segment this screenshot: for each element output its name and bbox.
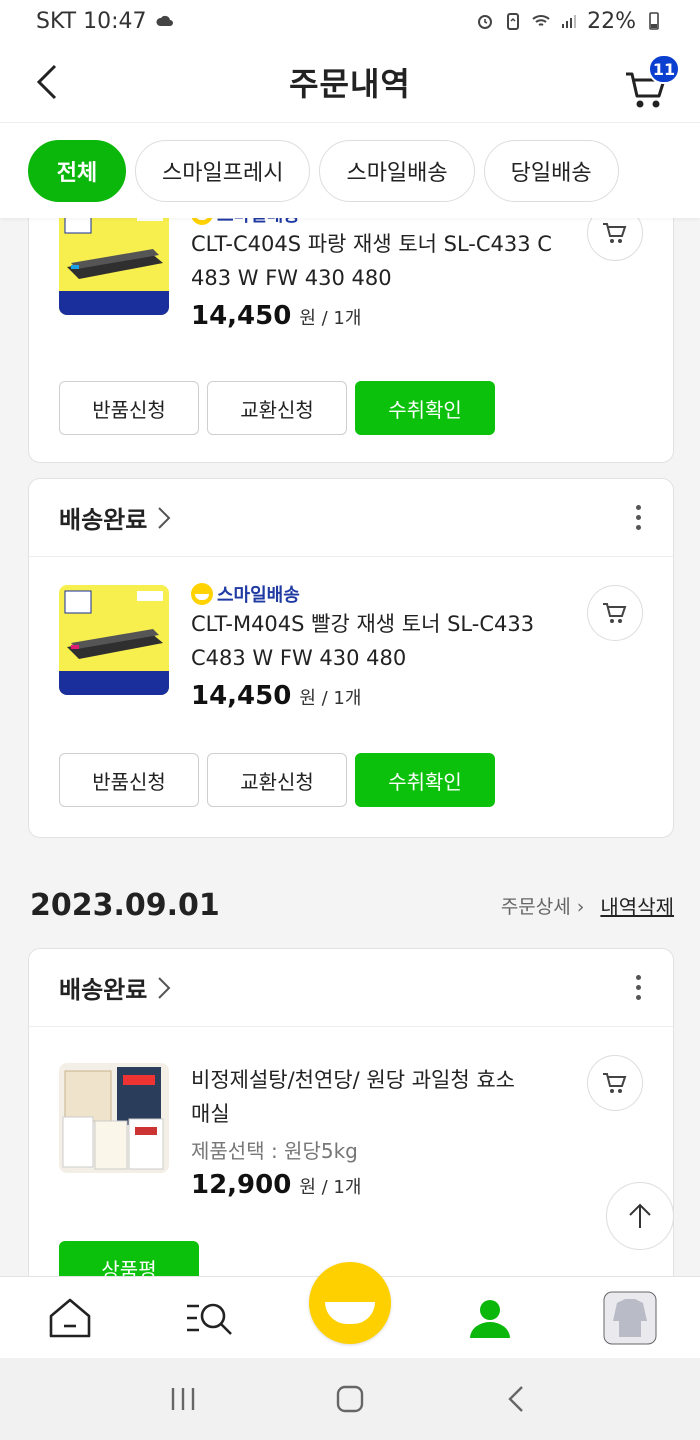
order-filter-tabs: 전체 스마일프레시 스마일배송 당일배송 bbox=[0, 122, 700, 218]
return-request-button[interactable]: 반품신청 bbox=[59, 753, 199, 807]
home-button-icon[interactable] bbox=[335, 1384, 365, 1414]
battery-icon bbox=[649, 12, 659, 30]
price-unit: 원 / 1개 bbox=[299, 1177, 362, 1198]
menu-search-icon bbox=[187, 1303, 232, 1335]
wifi-icon bbox=[532, 15, 550, 26]
return-request-button[interactable]: 반품신청 bbox=[59, 381, 199, 435]
cart-icon bbox=[603, 223, 627, 243]
write-review-button[interactable]: 상품평 bbox=[59, 1241, 199, 1276]
chevron-left-icon bbox=[36, 64, 57, 100]
cart-count-badge: 11 bbox=[648, 54, 680, 84]
product-name-line: CLT-M404S 빨강 재생 토너 SL-C433 bbox=[191, 612, 535, 636]
confirm-receipt-button[interactable]: 수취확인 bbox=[355, 753, 495, 807]
order-date: 2023.09.01 bbox=[30, 888, 220, 923]
card-header: 배송완료 bbox=[29, 479, 673, 557]
product-name-line: C483 W FW 430 480 bbox=[191, 646, 407, 670]
more-options-icon[interactable] bbox=[633, 975, 643, 1000]
brand-label: 스마일배송 bbox=[217, 585, 300, 606]
system-navigation-bar bbox=[0, 1358, 700, 1440]
home-icon bbox=[49, 1298, 91, 1338]
battery-saver-icon bbox=[507, 13, 520, 30]
brand-label: 스마일배송 bbox=[217, 218, 300, 227]
product-name-line: 비정제설탕/천연당/ 원당 과일청 효소 bbox=[191, 1068, 515, 1092]
price-unit: 원 / 1개 bbox=[299, 688, 362, 709]
smile-logo-icon bbox=[191, 218, 213, 225]
person-icon bbox=[470, 1300, 510, 1338]
smile-delivery-brand: 스마일배송 bbox=[191, 581, 581, 607]
nav-recent-item[interactable] bbox=[590, 1277, 670, 1359]
confirm-receipt-button[interactable]: 수취확인 bbox=[355, 381, 495, 435]
exchange-request-button[interactable]: 교환신청 bbox=[207, 753, 347, 807]
back-icon[interactable] bbox=[502, 1384, 532, 1414]
toner-image bbox=[59, 218, 169, 315]
order-date-row: 2023.09.01 주문상세 › 내역삭제 bbox=[30, 888, 674, 923]
battery-percent: 22% bbox=[587, 8, 636, 34]
order-detail-link[interactable]: 주문상세 › bbox=[501, 892, 585, 919]
product-image[interactable] bbox=[59, 218, 169, 315]
nav-my-page[interactable] bbox=[450, 1277, 530, 1359]
price-row: 14,450 원 / 1개 bbox=[191, 681, 581, 711]
nav-category-search[interactable] bbox=[170, 1277, 250, 1359]
price-unit: 원 / 1개 bbox=[299, 308, 362, 329]
price: 14,450 bbox=[191, 681, 292, 711]
signal-icon bbox=[562, 15, 577, 28]
smile-delivery-brand: 스마일배송 bbox=[191, 218, 581, 227]
order-card: 배송완료 스마일배송 CLT-M404S 빨강 재생 토너 SL-C433 C4… bbox=[28, 478, 674, 838]
order-list: 스마일배송 CLT-C404S 파랑 재생 토너 SL-C433 C 483 W… bbox=[0, 218, 700, 1276]
product-name[interactable]: 비정제설탕/천연당/ 원당 과일청 효소 매실 bbox=[191, 1063, 581, 1131]
order-card: 배송완료 비정제설탕/천연당/ 원당 과일청 효소 매실 제품선택: 원당5k… bbox=[28, 948, 674, 1276]
card-header: 배송완료 bbox=[29, 949, 673, 1027]
filter-same-day[interactable]: 당일배송 bbox=[483, 139, 619, 202]
filter-all[interactable]: 전체 bbox=[28, 139, 126, 202]
cart-icon bbox=[603, 603, 627, 623]
product-option: 제품선택 : 원당5kg bbox=[191, 1139, 358, 1163]
product-image[interactable] bbox=[59, 1063, 169, 1173]
cart-button[interactable]: 11 bbox=[622, 54, 680, 108]
filter-smile-fresh[interactable]: 스마일프레시 bbox=[135, 139, 311, 202]
toner-image bbox=[59, 585, 169, 695]
arrow-up-icon bbox=[629, 1203, 651, 1228]
nav-home[interactable] bbox=[30, 1277, 110, 1359]
app-header: 주문내역 11 bbox=[0, 42, 700, 122]
delivery-status[interactable]: 배송완료 bbox=[59, 970, 147, 1005]
smile-home-button[interactable] bbox=[309, 1262, 391, 1344]
filter-smile-delivery[interactable]: 스마일배송 bbox=[319, 139, 475, 202]
price-row: 14,450 원 / 1개 bbox=[191, 301, 581, 331]
alarm-icon bbox=[478, 15, 493, 29]
more-options-icon[interactable] bbox=[633, 505, 643, 530]
smile-logo-icon bbox=[191, 583, 213, 605]
product-name[interactable]: CLT-M404S 빨강 재생 토너 SL-C433 C483 W FW 430… bbox=[191, 607, 581, 675]
product-name-line: 483 W FW 430 480 bbox=[191, 266, 392, 290]
chevron-right-icon bbox=[158, 506, 171, 529]
price: 12,900 bbox=[191, 1170, 292, 1200]
status-time: SKT 10:47 bbox=[36, 8, 147, 34]
scroll-top-button[interactable] bbox=[606, 1182, 674, 1250]
exchange-request-button[interactable]: 교환신청 bbox=[207, 381, 347, 435]
product-name-line: CLT-C404S 파랑 재생 토너 SL-C433 C bbox=[191, 232, 552, 256]
recent-apps-icon[interactable] bbox=[168, 1384, 198, 1414]
add-to-cart-button[interactable] bbox=[587, 218, 643, 261]
recent-product-thumbnail bbox=[603, 1291, 657, 1345]
add-to-cart-button[interactable] bbox=[587, 1055, 643, 1111]
status-bar: SKT 10:47 22% bbox=[0, 0, 700, 42]
back-button[interactable] bbox=[26, 60, 66, 104]
cart-icon bbox=[603, 1073, 627, 1093]
product-name[interactable]: CLT-C404S 파랑 재생 토너 SL-C433 C 483 W FW 43… bbox=[191, 227, 581, 295]
sugar-bags-image bbox=[59, 1063, 169, 1173]
order-card: 스마일배송 CLT-C404S 파랑 재생 토너 SL-C433 C 483 W… bbox=[28, 218, 674, 463]
chevron-right-icon bbox=[158, 976, 171, 999]
price-row: 12,900 원 / 1개 bbox=[191, 1170, 581, 1200]
product-name-line: 매실 bbox=[191, 1102, 230, 1126]
product-image[interactable] bbox=[59, 585, 169, 695]
cloud-icon bbox=[155, 15, 173, 26]
delivery-status[interactable]: 배송완료 bbox=[59, 500, 147, 535]
add-to-cart-button[interactable] bbox=[587, 585, 643, 641]
page-title: 주문내역 bbox=[289, 65, 411, 103]
price: 14,450 bbox=[191, 301, 292, 331]
delete-history-link[interactable]: 내역삭제 bbox=[600, 891, 674, 920]
